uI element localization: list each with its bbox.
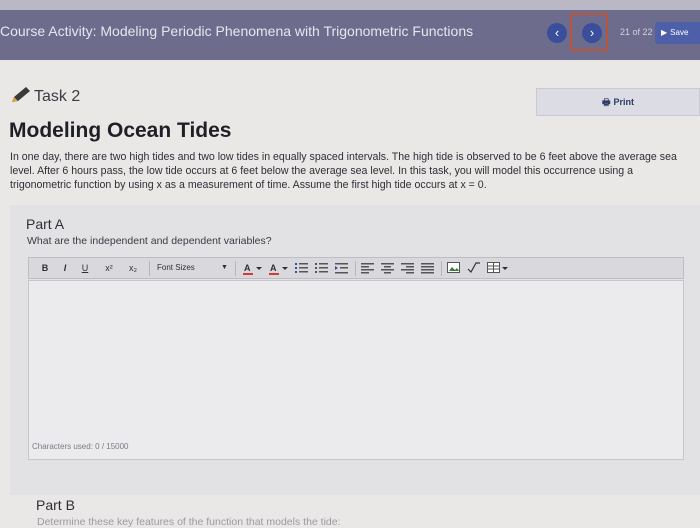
insert-image-icon[interactable] <box>447 261 461 274</box>
align-center-icon[interactable] <box>381 262 395 274</box>
browser-strip <box>0 0 700 10</box>
chevron-down-icon: ▼ <box>221 264 228 271</box>
insert-table-icon[interactable] <box>487 261 509 274</box>
toolbar-divider <box>235 261 236 276</box>
answer-editor[interactable] <box>28 280 684 460</box>
task-intro: In one day, there are two high tides and… <box>10 151 677 191</box>
toolbar-divider <box>149 261 150 276</box>
chevron-left-icon: ‹ <box>554 25 560 40</box>
align-left-icon[interactable] <box>361 262 375 274</box>
next-page-button[interactable]: › <box>582 23 602 43</box>
previous-page-button[interactable]: ‹ <box>547 23 567 43</box>
subscript-button[interactable]: x₂ <box>125 261 141 275</box>
part-b-card: Part B Determine these key features of t… <box>10 495 700 528</box>
text-color-icon[interactable]: A <box>241 261 263 276</box>
page-counter: 21 of 22 <box>620 27 653 37</box>
underline-button[interactable]: U <box>79 261 91 275</box>
part-a-card: Part A What are the independent and depe… <box>10 205 700 495</box>
course-title: Course Activity: Modeling Periodic Pheno… <box>0 23 474 39</box>
bold-button[interactable]: B <box>39 261 51 275</box>
bulleted-list-icon[interactable] <box>295 262 309 274</box>
print-button[interactable]: 🖶 Print <box>536 88 700 116</box>
part-b-question: Determine these key features of the func… <box>37 516 341 528</box>
task-label-text: Task 2 <box>34 88 81 105</box>
save-label: Save <box>670 28 689 37</box>
superscript-button[interactable]: x² <box>101 261 117 275</box>
numbered-list-icon[interactable] <box>315 262 329 274</box>
part-a-question: What are the independent and dependent v… <box>27 235 272 247</box>
toolbar-divider <box>441 261 442 276</box>
align-justify-icon[interactable] <box>421 262 435 274</box>
page-title: Modeling Ocean Tides <box>9 119 232 142</box>
save-button[interactable]: ▶ Save <box>655 22 700 44</box>
svg-text:A: A <box>244 263 251 273</box>
insert-formula-icon[interactable] <box>467 261 481 274</box>
chevron-right-icon: › <box>589 25 595 40</box>
indent-icon[interactable] <box>335 262 349 274</box>
italic-button[interactable]: I <box>59 261 71 275</box>
align-right-icon[interactable] <box>401 262 415 274</box>
save-icon: ▶ <box>661 28 668 37</box>
part-b-title: Part B <box>36 497 75 513</box>
character-count: Characters used: 0 / 15000 <box>32 442 129 451</box>
svg-text:A: A <box>270 263 277 273</box>
printer-icon: 🖶 <box>601 97 611 107</box>
part-a-title: Part A <box>26 216 65 232</box>
task-label: Task 2 <box>10 86 80 106</box>
editor-toolbar: B I U x² x₂ Font Sizes ▼ A A <box>28 257 684 279</box>
pencil-icon <box>12 87 30 102</box>
course-header: Course Activity: Modeling Periodic Pheno… <box>0 10 700 60</box>
highlight-color-icon[interactable]: A <box>267 261 289 276</box>
toolbar-divider <box>355 261 356 276</box>
print-label: Print <box>613 97 634 107</box>
